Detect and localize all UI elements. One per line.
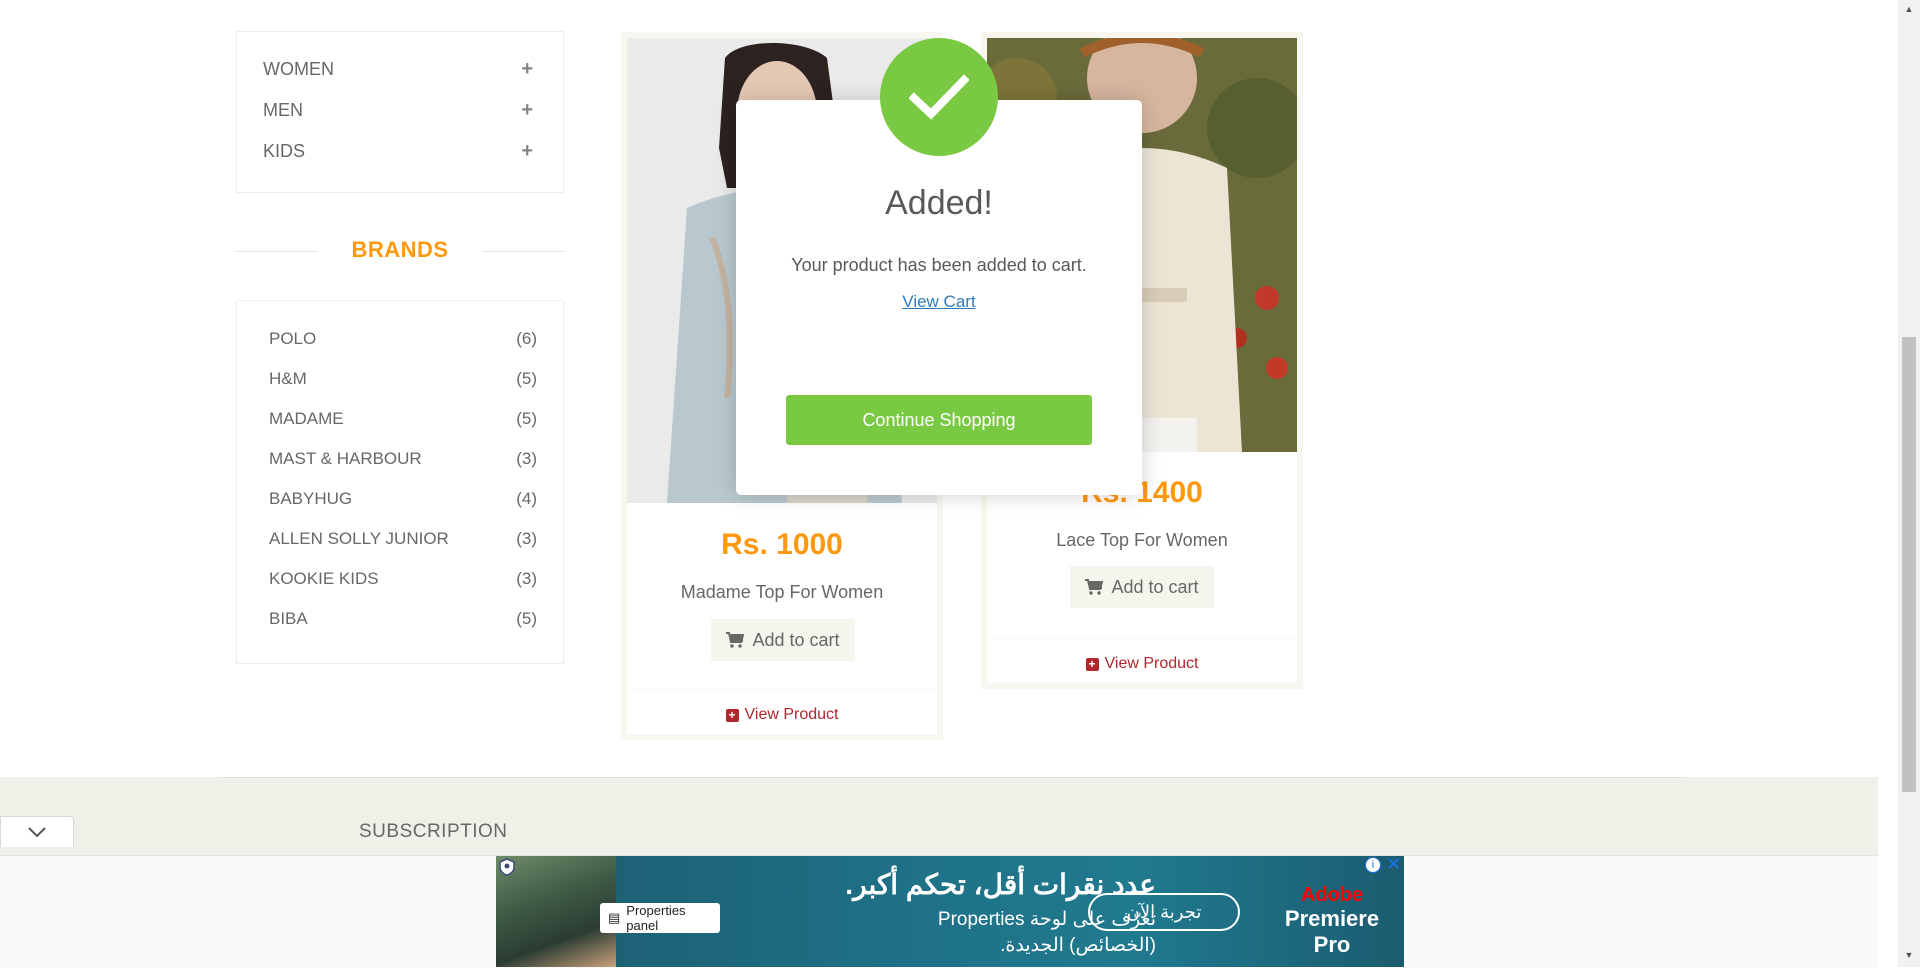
added-to-cart-modal: Added! Your product has been added to ca… bbox=[736, 100, 1142, 495]
shield-icon[interactable] bbox=[499, 858, 515, 876]
brand-name: MADAME bbox=[269, 409, 344, 428]
brand-count: (4) bbox=[516, 489, 537, 508]
brands-heading: BRANDS bbox=[236, 234, 564, 266]
brand-name: MAST & HARBOUR bbox=[269, 449, 422, 468]
view-product-link[interactable]: + View Product bbox=[987, 655, 1297, 673]
checkmark-icon bbox=[909, 74, 969, 120]
brand-count: (3) bbox=[516, 449, 537, 468]
scroll-up-icon[interactable]: ▲ bbox=[1902, 4, 1916, 18]
plus-icon[interactable]: + bbox=[521, 140, 533, 163]
chevron-down-icon bbox=[28, 827, 46, 838]
panel-icon: ▤ bbox=[608, 910, 621, 925]
continue-shopping-button[interactable]: Continue Shopping bbox=[786, 395, 1092, 445]
brand-item-polo[interactable]: POLO (6) bbox=[269, 324, 537, 354]
product-name: Madame Top For Women bbox=[680, 582, 884, 602]
modal-message: Your product has been added to cart. bbox=[791, 255, 1087, 275]
category-label: MEN bbox=[263, 99, 303, 120]
ad-panel-label: Properties panel bbox=[626, 903, 686, 933]
brand-name: ALLEN SOLLY JUNIOR bbox=[269, 529, 449, 548]
divider bbox=[482, 251, 564, 252]
product-name: Lace Top For Women bbox=[1056, 530, 1228, 550]
scroll-down-icon[interactable]: ▼ bbox=[1902, 950, 1916, 964]
brand-item-madame[interactable]: MADAME (5) bbox=[269, 404, 537, 434]
ad-line3: (الخصائص) الجديدة. bbox=[1000, 935, 1156, 956]
collapse-ad-button[interactable] bbox=[0, 816, 74, 847]
plus-icon[interactable]: + bbox=[521, 58, 533, 81]
brand-item-hm[interactable]: H&M (5) bbox=[269, 364, 537, 394]
brand-count: (6) bbox=[516, 329, 537, 348]
brand-item-kookie-kids[interactable]: KOOKIE KIDS (3) bbox=[269, 564, 537, 594]
brand-count: (5) bbox=[516, 609, 537, 628]
divider bbox=[236, 251, 318, 252]
add-to-cart-button[interactable]: Add to cart bbox=[711, 619, 855, 661]
brand-count: (5) bbox=[516, 369, 537, 388]
brand-name: POLO bbox=[269, 329, 317, 348]
brand-name: H&M bbox=[269, 369, 307, 388]
cart-icon bbox=[726, 632, 745, 648]
divider bbox=[627, 689, 937, 690]
category-men[interactable]: MEN + bbox=[263, 95, 533, 125]
cart-icon bbox=[1085, 579, 1104, 595]
brand-item-mast-harbour[interactable]: MAST & HARBOUR (3) bbox=[269, 444, 537, 474]
check-icon bbox=[880, 38, 998, 156]
view-product-link[interactable]: + View Product bbox=[627, 706, 937, 724]
brand-item-allen-solly-junior[interactable]: ALLEN SOLLY JUNIOR (3) bbox=[269, 524, 537, 554]
category-label: KIDS bbox=[263, 140, 306, 161]
scrollbar-thumb[interactable] bbox=[1902, 337, 1916, 792]
category-kids[interactable]: KIDS + bbox=[263, 136, 533, 166]
brands-panel: POLO (6) H&M (5) MADAME (5) MAST & HARBO… bbox=[236, 300, 564, 664]
brand-count: (3) bbox=[516, 569, 537, 588]
info-icon[interactable]: i bbox=[1365, 857, 1381, 873]
view-product-label: View Product bbox=[1104, 655, 1199, 672]
brand-name: KOOKIE KIDS bbox=[269, 569, 379, 588]
add-to-cart-label: Add to cart bbox=[1111, 576, 1199, 597]
close-icon[interactable]: ✕ bbox=[1386, 855, 1401, 873]
ad-properties-panel: ▤ Properties panel bbox=[600, 903, 720, 933]
view-product-label: View Product bbox=[744, 706, 839, 723]
modal-title: Added! bbox=[885, 184, 993, 222]
plus-square-icon: + bbox=[725, 708, 739, 722]
plus-square-icon: + bbox=[1085, 657, 1099, 671]
ad-brand: Premiere Pro bbox=[1284, 906, 1380, 957]
product-price: Rs. 1000 bbox=[721, 528, 843, 561]
brand-item-babyhug[interactable]: BABYHUG (4) bbox=[269, 484, 537, 514]
divider bbox=[987, 638, 1297, 639]
plus-icon[interactable]: + bbox=[521, 99, 533, 122]
modal-link-wrap: View Cart bbox=[736, 292, 1142, 312]
subscription-heading: SUBSCRIPTION bbox=[359, 821, 508, 842]
ad-cta-button[interactable]: تجربة الآن bbox=[1088, 893, 1240, 931]
brand-count: (3) bbox=[516, 529, 537, 548]
add-to-cart-label: Add to cart bbox=[752, 629, 840, 650]
category-panel: WOMEN + MEN + KIDS + bbox=[236, 31, 564, 193]
brand-item-biba[interactable]: BIBA (5) bbox=[269, 604, 537, 634]
view-cart-link[interactable]: View Cart bbox=[902, 292, 975, 311]
divider bbox=[218, 777, 1682, 778]
brand-count: (5) bbox=[516, 409, 537, 428]
brand-name: BIBA bbox=[269, 609, 308, 628]
add-to-cart-button[interactable]: Add to cart bbox=[1070, 566, 1214, 608]
brands-title: BRANDS bbox=[351, 237, 449, 262]
brand-name: BABYHUG bbox=[269, 489, 353, 508]
ad-brand-top: Adobe bbox=[1300, 884, 1364, 906]
ad-banner[interactable]: ▤ Properties panel عدد نقرات أقل، تحكم أ… bbox=[496, 856, 1404, 967]
category-women[interactable]: WOMEN + bbox=[263, 54, 533, 84]
category-label: WOMEN bbox=[263, 58, 334, 79]
